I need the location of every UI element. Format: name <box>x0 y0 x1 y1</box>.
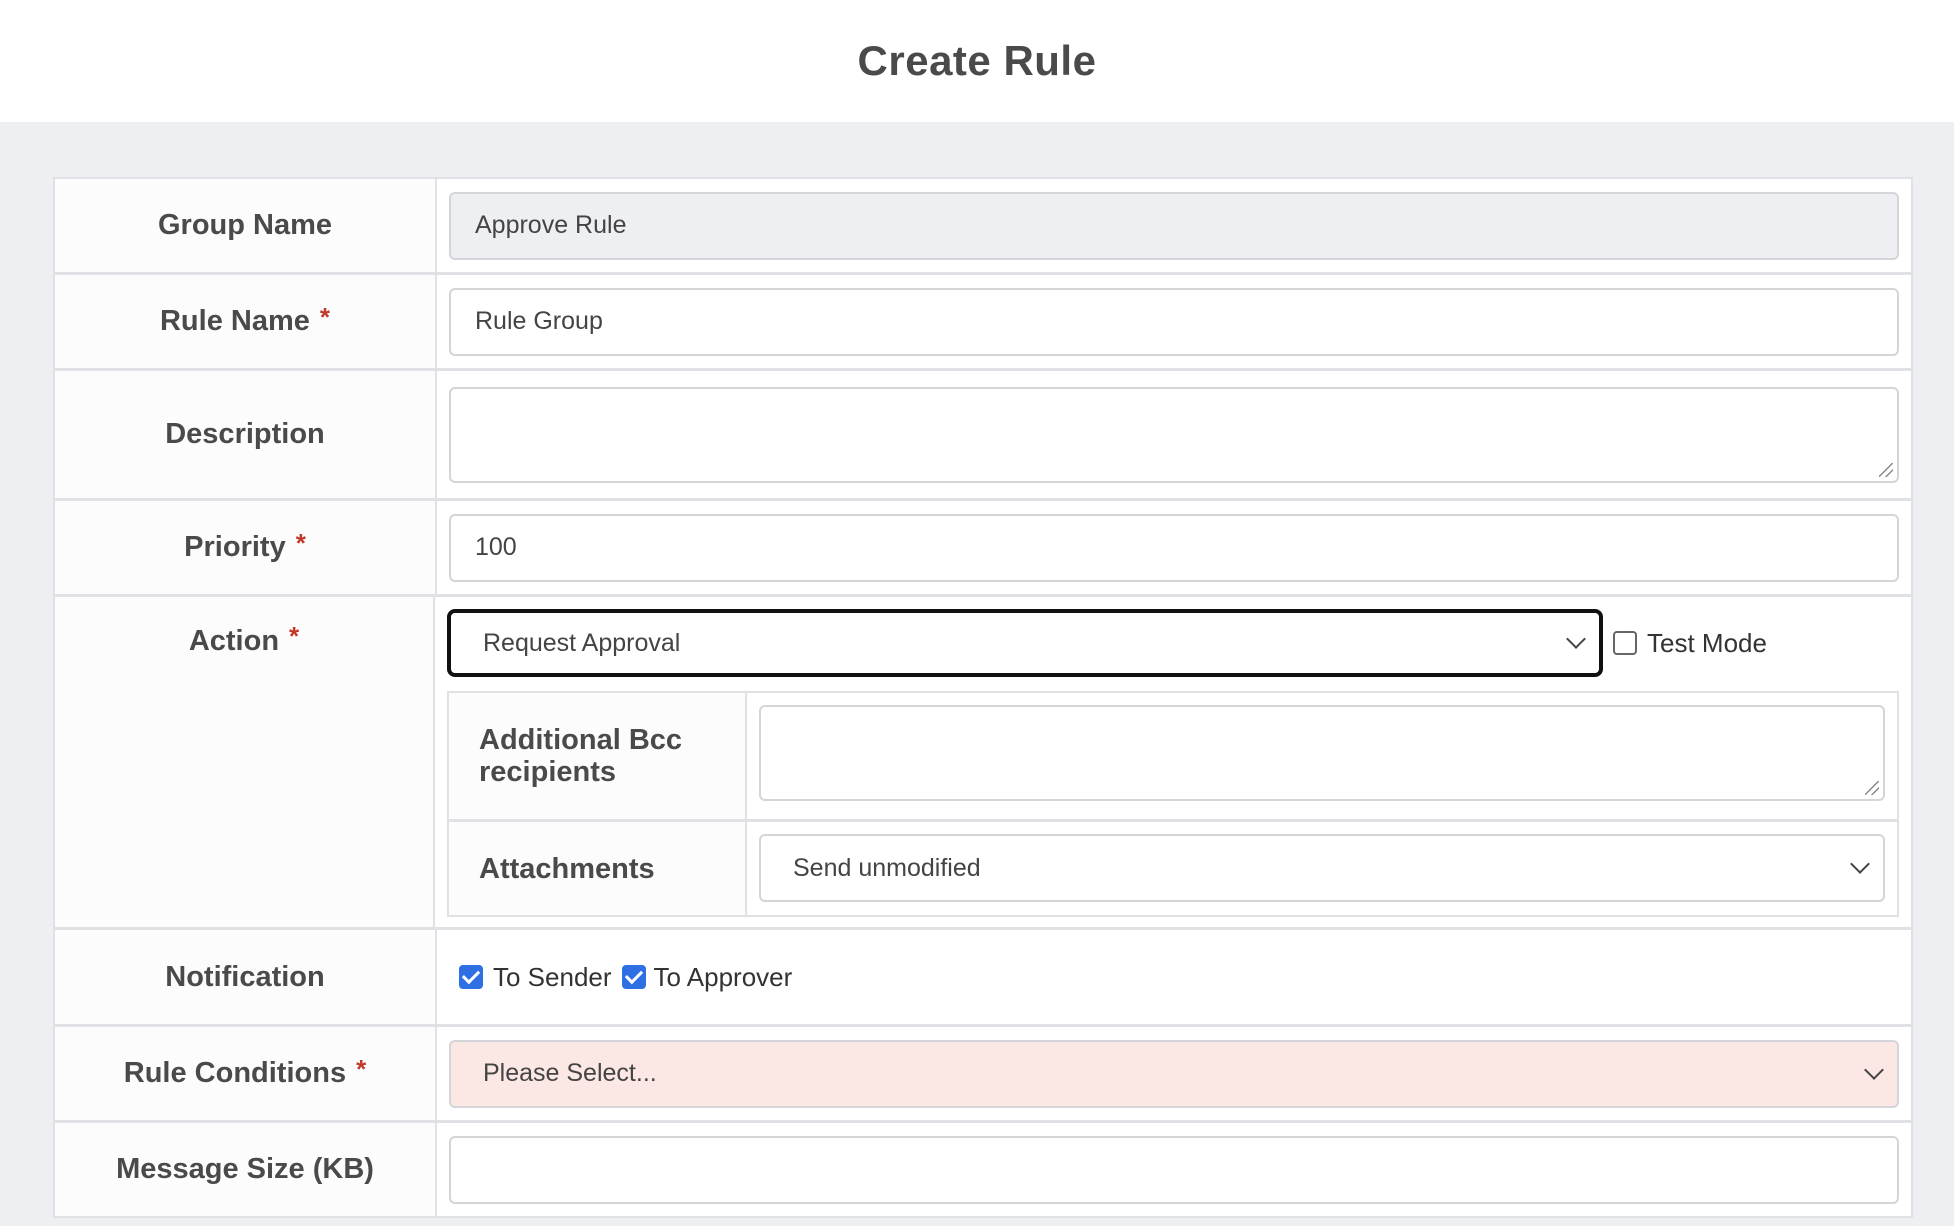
rule-conditions-label: Rule Conditions * <box>55 1027 437 1120</box>
row-attachments: Attachments Send unmodified <box>449 822 1897 915</box>
action-options: Additional Bcc recipients Attachments Se… <box>447 691 1899 917</box>
page-header: Create Rule <box>0 0 1954 122</box>
row-group-name: Group Name Approve Rule <box>55 179 1911 275</box>
page-title: Create Rule <box>857 37 1097 84</box>
resize-handle-icon[interactable] <box>1879 462 1893 477</box>
to-sender-checkbox[interactable] <box>459 965 483 989</box>
row-notification: Notification To Sender To Approver <box>55 930 1911 1027</box>
action-label: Action * <box>55 597 435 927</box>
priority-label: Priority * <box>55 501 437 594</box>
group-name-label: Group Name <box>55 179 437 272</box>
notification-label: Notification <box>55 930 437 1024</box>
message-size-input[interactable] <box>449 1135 1899 1204</box>
row-priority: Priority * 100 <box>55 501 1911 597</box>
required-asterisk: * <box>319 302 330 332</box>
bcc-textarea[interactable] <box>759 705 1885 801</box>
description-label: Description <box>55 371 437 498</box>
test-mode-checkbox[interactable] <box>1613 631 1637 655</box>
chevron-down-icon <box>1566 629 1586 649</box>
rule-conditions-select[interactable]: Please Select... <box>449 1039 1899 1108</box>
priority-input[interactable]: 100 <box>449 513 1899 582</box>
row-action: Action * Request Approval Test Mode Addi… <box>55 597 1911 930</box>
row-message-size: Message Size (KB) <box>55 1123 1911 1216</box>
required-asterisk: * <box>356 1054 367 1084</box>
message-size-label: Message Size (KB) <box>55 1123 437 1216</box>
description-textarea[interactable] <box>449 386 1899 483</box>
to-approver-label: To Approver <box>653 961 793 992</box>
action-select[interactable]: Request Approval <box>447 609 1603 677</box>
group-name-input[interactable]: Approve Rule <box>449 191 1899 260</box>
required-asterisk: * <box>289 621 300 651</box>
rule-name-input[interactable]: Rule Group <box>449 287 1899 356</box>
row-rule-name: Rule Name * Rule Group <box>55 275 1911 371</box>
row-bcc: Additional Bcc recipients <box>449 693 1897 822</box>
chevron-down-icon <box>1850 854 1870 874</box>
row-description: Description <box>55 371 1911 501</box>
to-approver-checkbox[interactable] <box>621 965 646 989</box>
bcc-label: Additional Bcc recipients <box>449 693 747 819</box>
test-mode-label: Test Mode <box>1647 627 1767 658</box>
resize-handle-icon[interactable] <box>1865 781 1879 795</box>
rule-form: Group Name Approve Rule Rule Name * Rule… <box>53 177 1913 1218</box>
attachments-select[interactable]: Send unmodified <box>759 834 1885 902</box>
to-sender-label: To Sender <box>493 961 612 992</box>
rule-name-label: Rule Name * <box>55 275 437 368</box>
required-asterisk: * <box>295 528 306 558</box>
attachments-label: Attachments <box>449 822 747 915</box>
row-rule-conditions: Rule Conditions * Please Select... <box>55 1027 1911 1123</box>
chevron-down-icon <box>1864 1059 1884 1080</box>
